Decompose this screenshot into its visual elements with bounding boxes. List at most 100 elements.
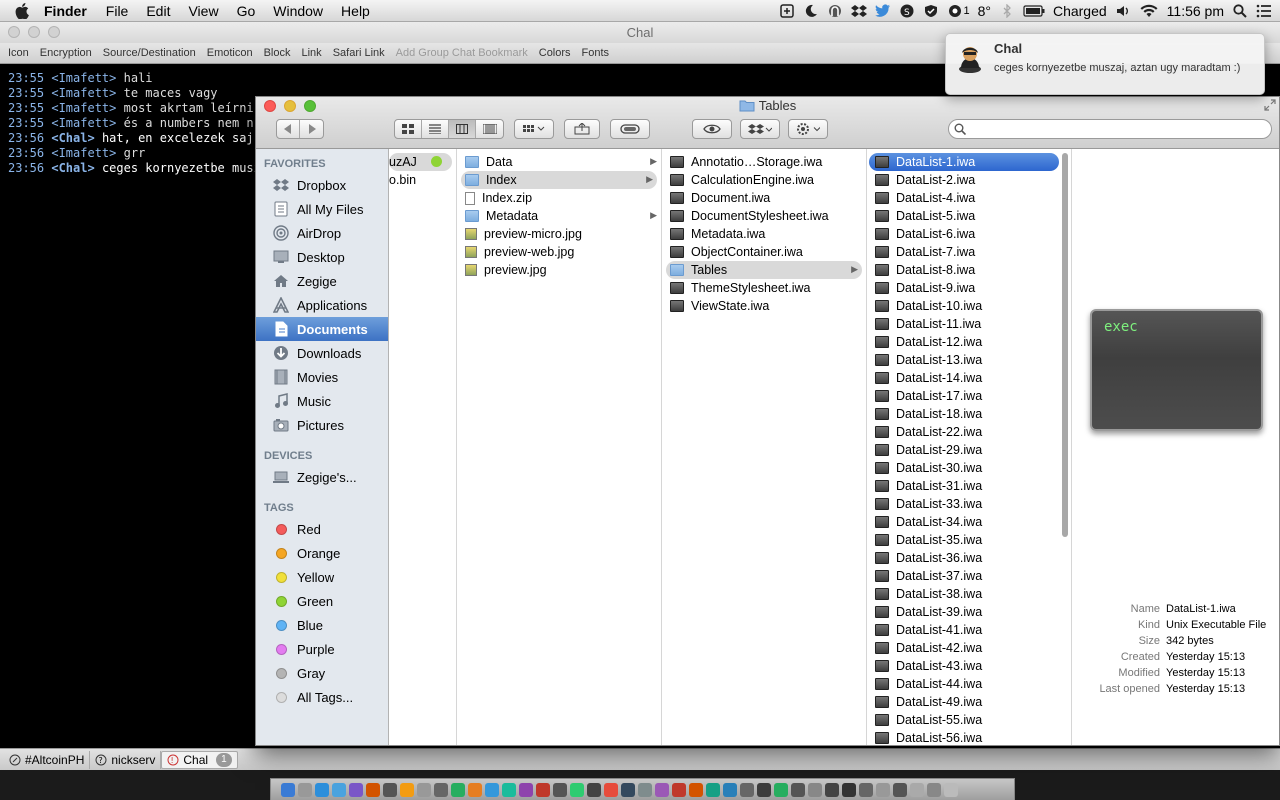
file-row[interactable]: DataList-36.iwa: [867, 549, 1071, 567]
sidebar-tag-red[interactable]: Red: [256, 517, 388, 541]
dock-app-icon[interactable]: [383, 782, 397, 797]
dock-app-icon[interactable]: [723, 782, 737, 797]
dock-app-icon[interactable]: [791, 782, 805, 797]
file-row[interactable]: DataList-12.iwa: [867, 333, 1071, 351]
menubar-clock[interactable]: 11:56 pm: [1167, 3, 1224, 19]
file-row[interactable]: DataList-1.iwa: [869, 153, 1059, 171]
file-row[interactable]: Index.zip: [457, 189, 661, 207]
forward-button[interactable]: [300, 120, 323, 138]
file-row[interactable]: DataList-34.iwa: [867, 513, 1071, 531]
dock-app-icon[interactable]: [757, 782, 771, 797]
dropbox-status-icon[interactable]: [851, 3, 868, 19]
notification-center-icon[interactable]: [1256, 3, 1272, 19]
toolbar-safari-link[interactable]: Safari Link: [333, 47, 385, 59]
dock-app-icon[interactable]: [536, 782, 550, 797]
bluetooth-icon[interactable]: [999, 3, 1015, 19]
sidebar-tag-yellow[interactable]: Yellow: [256, 565, 388, 589]
back-button[interactable]: [277, 120, 301, 138]
toolbar-link[interactable]: Link: [302, 47, 322, 59]
dock-app-icon[interactable]: [859, 782, 873, 797]
dock-app-icon[interactable]: [621, 782, 635, 797]
dock-app-icon[interactable]: [604, 782, 618, 797]
moon-icon[interactable]: [803, 3, 819, 19]
dock-app-icon[interactable]: [502, 782, 516, 797]
coverflow-view-button[interactable]: [476, 120, 503, 138]
weather-temp[interactable]: 8°: [978, 3, 991, 19]
dock-app-icon[interactable]: [689, 782, 703, 797]
skype-icon[interactable]: S: [899, 3, 915, 19]
chat-tab-altcoinph[interactable]: #AltcoinPH: [4, 750, 91, 769]
toolbar-icon[interactable]: Icon: [8, 47, 29, 59]
file-row[interactable]: preview-micro.jpg: [457, 225, 661, 243]
file-row[interactable]: DataList-4.iwa: [867, 189, 1071, 207]
battery-status[interactable]: Charged: [1053, 3, 1107, 19]
dock-app-icon[interactable]: [417, 782, 431, 797]
dropbox-toolbar-button[interactable]: [740, 119, 780, 139]
chat-tab-chal[interactable]: ! Chal 1: [161, 750, 238, 769]
dock-app-icon[interactable]: [519, 782, 533, 797]
file-row[interactable]: DataList-49.iwa: [867, 693, 1071, 711]
chat-close-button[interactable]: [8, 26, 20, 38]
dock-app-icon[interactable]: [655, 782, 669, 797]
chat-minimize-button[interactable]: [28, 26, 40, 38]
sidebar-tag-green[interactable]: Green: [256, 589, 388, 613]
sidebar-item-pictures[interactable]: Pictures: [256, 413, 388, 437]
dock-app-icon[interactable]: [944, 782, 958, 797]
file-row[interactable]: DocumentStylesheet.iwa: [662, 207, 866, 225]
sidebar-tag-gray[interactable]: Gray: [256, 661, 388, 685]
folder-row[interactable]: Data ▶: [457, 153, 661, 171]
file-row[interactable]: DataList-30.iwa: [867, 459, 1071, 477]
chat-nick[interactable]: <Chal>: [51, 161, 94, 175]
file-row[interactable]: DataList-33.iwa: [867, 495, 1071, 513]
file-row[interactable]: Metadata.iwa: [662, 225, 866, 243]
toolbar-block[interactable]: Block: [264, 47, 291, 59]
quick-look-button[interactable]: [692, 119, 732, 139]
dock-app-icon[interactable]: [825, 782, 839, 797]
file-row[interactable]: ViewState.iwa: [662, 297, 866, 315]
file-row[interactable]: DataList-11.iwa: [867, 315, 1071, 333]
dock-app-icon[interactable]: [400, 782, 414, 797]
chat-nick[interactable]: <Imafett>: [51, 86, 116, 100]
file-row[interactable]: preview.jpg: [457, 261, 661, 279]
file-row[interactable]: DataList-56.iwa: [867, 729, 1071, 745]
tags-button[interactable]: [610, 119, 650, 139]
dock-app-icon[interactable]: [740, 782, 754, 797]
sidebar-item-movies[interactable]: Movies: [256, 365, 388, 389]
menu-app-name[interactable]: Finder: [44, 0, 97, 22]
dock-app-icon[interactable]: [434, 782, 448, 797]
notification-banner[interactable]: Chal ceges kornyezetbe muszaj, aztan ugy…: [945, 33, 1265, 95]
file-row[interactable]: DataList-42.iwa: [867, 639, 1071, 657]
file-row[interactable]: DataList-2.iwa: [867, 171, 1071, 189]
file-row[interactable]: DataList-38.iwa: [867, 585, 1071, 603]
menu-help[interactable]: Help: [332, 0, 379, 22]
file-row[interactable]: preview-web.jpg: [457, 243, 661, 261]
shield-status-icon[interactable]: [923, 3, 939, 19]
dock-app-icon[interactable]: [315, 782, 329, 797]
file-row[interactable]: o.bin: [389, 171, 456, 189]
sidebar-item-zegige[interactable]: Zegige: [256, 269, 388, 293]
file-row[interactable]: DataList-6.iwa: [867, 225, 1071, 243]
file-row[interactable]: DataList-13.iwa: [867, 351, 1071, 369]
file-row[interactable]: DataList-10.iwa: [867, 297, 1071, 315]
file-row[interactable]: DataList-14.iwa: [867, 369, 1071, 387]
dock-app-icon[interactable]: [927, 782, 941, 797]
folder-row[interactable]: Index ▶: [461, 171, 657, 189]
sidebar-item-downloads[interactable]: Downloads: [256, 341, 388, 365]
volume-icon[interactable]: [1115, 3, 1131, 19]
sidebar-item-documents[interactable]: Documents: [256, 317, 388, 341]
chat-nick[interactable]: <Imafett>: [51, 71, 116, 85]
file-row[interactable]: DataList-18.iwa: [867, 405, 1071, 423]
sidebar-item-applications[interactable]: Applications: [256, 293, 388, 317]
arrange-button[interactable]: [514, 119, 554, 139]
dock-app-icon[interactable]: [842, 782, 856, 797]
toolbar-source-destination[interactable]: Source/Destination: [103, 47, 196, 59]
file-row[interactable]: DataList-5.iwa: [867, 207, 1071, 225]
dock-app-icon[interactable]: [298, 782, 312, 797]
menu-view[interactable]: View: [179, 0, 227, 22]
dock-app-icon[interactable]: [332, 782, 346, 797]
spotlight-icon[interactable]: [1232, 3, 1248, 19]
toolbar-encryption[interactable]: Encryption: [40, 47, 92, 59]
dock-app-icon[interactable]: [485, 782, 499, 797]
sidebar-device[interactable]: Zegige's...: [256, 465, 388, 489]
file-row[interactable]: DataList-17.iwa: [867, 387, 1071, 405]
